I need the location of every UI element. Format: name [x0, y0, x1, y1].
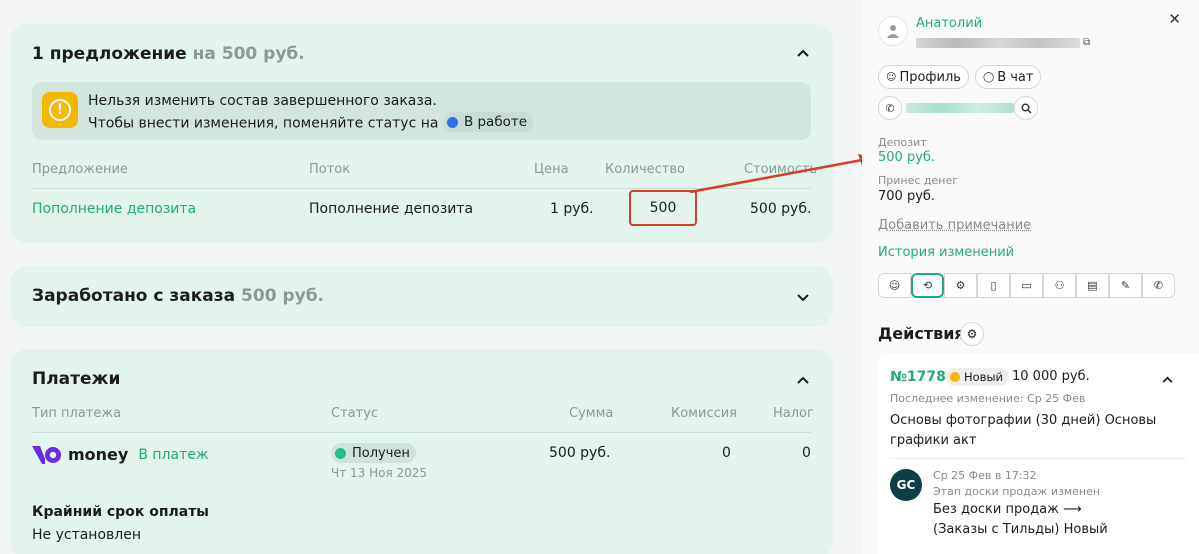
event-line-2: (Заказы с Тильды) Новый [933, 522, 1108, 537]
add-note-link[interactable]: Добавить примечание [878, 218, 1031, 233]
divider [890, 458, 1186, 459]
actions-title: Действия [878, 324, 965, 343]
tab-pen-icon[interactable]: ✎ [1109, 273, 1142, 298]
chat-button-label: В чат [997, 69, 1034, 85]
search-icon[interactable] [1014, 96, 1038, 120]
copy-icon[interactable]: ⧉ [1083, 37, 1090, 48]
deposit-label: Депозит [878, 136, 927, 149]
order-status-badge: Новый [946, 368, 1010, 386]
close-icon[interactable]: ✕ [1168, 10, 1181, 28]
phone-icon[interactable]: ✆ [878, 96, 902, 120]
tab-clipboard-icon[interactable]: ▤ [1076, 273, 1109, 298]
tab-settings-icon[interactable]: ⚙ [944, 273, 977, 298]
tab-video-icon[interactable]: ▭ [1010, 273, 1043, 298]
chat-button[interactable]: ◯ В чат [975, 65, 1042, 89]
tab-phone-device-icon[interactable]: ▯ [977, 273, 1010, 298]
brought-money-label: Принес денег [878, 174, 959, 187]
profile-button-label: Профиль [899, 69, 961, 85]
tab-users-icon[interactable]: ⚇ [1043, 273, 1076, 298]
order-title: Основы фотографии (30 дней) Основы графи… [890, 413, 1157, 448]
event-line-1: Без доски продаж ⟶ [933, 502, 1082, 517]
profile-button[interactable]: ☺ Профиль [878, 65, 969, 89]
deposit-value[interactable]: 500 руб. [878, 150, 935, 165]
sidebar-tabs: ☺ ⟲ ⚙ ▯ ▭ ⚇ ▤ ✎ ✆ [878, 273, 1175, 299]
status-dot-icon [950, 372, 960, 382]
chat-bubble-icon: ◯ [983, 71, 995, 83]
blurred-email [916, 38, 1080, 48]
order-card[interactable]: №1778 Новый 10 000 руб. Последнее измене… [878, 354, 1199, 554]
client-sidebar: Анатолий ⧉ ✕ ☺ Профиль ◯ В чат ✆ Депозит… [862, 0, 1199, 554]
user-icon: ☺ [886, 71, 897, 83]
actions-settings-icon[interactable]: ⚙ [960, 322, 984, 346]
order-last-change: Последнее изменение: Ср 25 Фев [890, 392, 1086, 405]
user-name-link[interactable]: Анатолий [916, 16, 982, 31]
history-link[interactable]: История изменений [878, 245, 1014, 260]
event-type: Этап доски продаж изменен [933, 485, 1101, 498]
order-status-label: Новый [964, 370, 1004, 384]
event-time: Ср 25 Фев в 17:32 [933, 469, 1037, 482]
getcourse-logo: GC [890, 469, 922, 501]
order-sum: 10 000 руб. [1012, 369, 1090, 384]
tab-user-icon[interactable]: ☺ [878, 273, 911, 298]
order-number-link[interactable]: №1778 [890, 369, 946, 385]
brought-money-value: 700 руб. [878, 189, 936, 204]
collapse-chevron-icon[interactable] [1162, 368, 1173, 387]
tab-history-icon[interactable]: ⟲ [911, 273, 944, 298]
blurred-phone [906, 103, 1014, 113]
avatar-user-icon[interactable] [878, 16, 908, 46]
annotation-arrow [689, 154, 874, 194]
order-main-panel: 1 предложение на 500 руб. ! Нельзя измен… [0, 0, 874, 554]
tab-phone-icon[interactable]: ✆ [1142, 273, 1175, 298]
